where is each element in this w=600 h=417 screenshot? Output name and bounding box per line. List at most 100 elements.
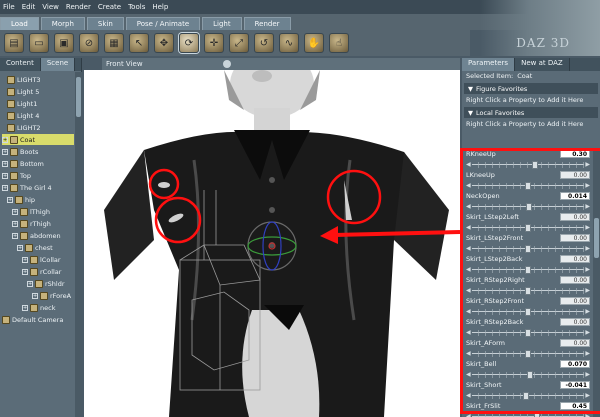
new-icon[interactable]: ▤ [4, 33, 24, 53]
tree-expander-icon[interactable]: + [22, 304, 28, 311]
tree-item-label: rThigh [30, 219, 51, 228]
tree-expander-icon[interactable]: + [2, 160, 8, 167]
figure-render [104, 70, 460, 417]
tree-expander-icon[interactable]: + [2, 136, 8, 143]
tree-expander-icon[interactable]: + [2, 184, 8, 191]
tree-expander-icon[interactable]: + [2, 172, 8, 179]
tree-item[interactable]: + abdomen [12, 230, 61, 241]
tree-item[interactable]: + Top [2, 170, 31, 181]
pose-icon[interactable]: ✋ [304, 33, 324, 53]
menu-item-help[interactable]: Help [152, 3, 168, 11]
menu-item-view[interactable]: View [42, 3, 59, 11]
tree-item-label: rShldr [45, 279, 65, 288]
select-icon[interactable]: ↖ [129, 33, 149, 53]
tree-item[interactable]: + neck [22, 302, 55, 313]
toolbar: ▤ ▭ ▣ ⊘ ▦ ↖ ✥ ⟳ ✛ ⤢ ↺ ∿ ✋ ☝ [0, 30, 470, 56]
tree-item[interactable]: + Coat [2, 134, 74, 145]
tree-item[interactable]: + lCollar [22, 254, 61, 265]
tree-item-label: Default Camera [12, 315, 64, 324]
tree-item[interactable]: + chest [17, 242, 53, 253]
scale-icon[interactable]: ⤢ [229, 33, 249, 53]
tree-item[interactable]: + rForeA [32, 290, 71, 301]
node-icon [20, 219, 28, 228]
tree-item-label: Boots [20, 147, 39, 156]
active-pose-icon[interactable]: ☝ [329, 33, 349, 53]
node-icon [10, 183, 18, 192]
bend-icon[interactable]: ∿ [279, 33, 299, 53]
tree-item[interactable]: + The Girl 4 [2, 182, 52, 193]
local-favorites-header[interactable]: ▼ Local Favorites [464, 107, 598, 118]
scene-tree: LIGHT3 Light 5 Light1 Light 4 LIGHT2 + Coat + Bo… [0, 72, 74, 417]
room-tab-render[interactable]: Render [243, 17, 291, 30]
tree-item-label: LIGHT3 [17, 75, 41, 84]
collapse-triangle-icon: ▼ [468, 84, 473, 93]
tree-item[interactable]: + lThigh [12, 206, 50, 217]
node-icon [30, 303, 38, 312]
tree-item[interactable]: LIGHT2 [7, 122, 41, 133]
tree-item-label: The Girl 4 [20, 183, 52, 192]
room-tab-skin[interactable]: Skin [86, 17, 124, 30]
tree-expander-icon[interactable]: + [22, 268, 28, 275]
node-icon [10, 147, 18, 156]
room-tab-light[interactable]: Light [202, 17, 242, 30]
tree-expander-icon[interactable]: + [7, 196, 13, 203]
node-icon [10, 135, 18, 144]
tab-new-at-daz[interactable]: New at DAZ [515, 58, 570, 71]
tree-item[interactable]: + Boots [2, 146, 38, 157]
tree-item[interactable]: + rShldr [27, 278, 65, 289]
node-icon [7, 87, 15, 96]
rotate-icon[interactable]: ⟳ [179, 33, 199, 53]
tree-item[interactable]: Light1 [7, 98, 37, 109]
room-tab-morph[interactable]: Morph [40, 17, 85, 30]
viewport[interactable] [84, 70, 460, 417]
tab-scene[interactable]: Scene [40, 58, 76, 71]
viewport-title[interactable]: Front View [106, 60, 143, 68]
tree-item[interactable]: + rThigh [12, 218, 51, 229]
tree-expander-icon[interactable]: + [2, 148, 8, 155]
tree-expander-icon[interactable]: + [12, 220, 18, 227]
tree-expander-icon[interactable]: + [17, 244, 23, 251]
tab-content[interactable]: Content [0, 58, 41, 71]
menu-item-create[interactable]: Create [98, 3, 121, 11]
universal-icon[interactable]: ✛ [204, 33, 224, 53]
tree-item[interactable]: + hip [7, 194, 35, 205]
left-scrollbar[interactable] [75, 72, 82, 417]
viewport-menu-icon[interactable] [222, 60, 231, 68]
tree-item-label: LIGHT2 [17, 123, 41, 132]
tree-item[interactable]: Light 4 [7, 110, 39, 121]
import-icon[interactable]: ▦ [104, 33, 124, 53]
node-icon [25, 243, 33, 252]
tree-item-label: neck [40, 303, 56, 312]
left-scrollbar-thumb[interactable] [76, 77, 81, 117]
figure-favorites-header[interactable]: ▼ Figure Favorites [464, 83, 598, 94]
node-icon [30, 255, 38, 264]
twist-icon[interactable]: ↺ [254, 33, 274, 53]
menu-item-edit[interactable]: Edit [22, 3, 36, 11]
room-tab-pose-animate[interactable]: Pose / Animate [125, 17, 201, 30]
open-icon[interactable]: ▭ [29, 33, 49, 53]
tree-item[interactable]: LIGHT3 [7, 74, 41, 85]
tree-item[interactable]: Light 5 [7, 86, 39, 97]
undo-icon[interactable]: ⊘ [79, 33, 99, 53]
tree-item-label: Light1 [17, 99, 38, 108]
menu-item-render[interactable]: Render [66, 3, 91, 11]
room-tab-load[interactable]: Load [0, 17, 39, 30]
menu-item-file[interactable]: File [3, 3, 15, 11]
tree-expander-icon[interactable]: + [32, 292, 38, 299]
save-icon[interactable]: ▣ [54, 33, 74, 53]
local-favorites-label: Local Favorites [476, 108, 525, 117]
tab-parameters[interactable]: Parameters [462, 58, 516, 71]
tree-expander-icon[interactable]: + [12, 208, 18, 215]
node-icon [10, 171, 18, 180]
tree-item[interactable]: + rCollar [22, 266, 61, 277]
node-icon [20, 207, 28, 216]
tree-expander-icon[interactable]: + [12, 232, 18, 239]
tree-item[interactable]: + Bottom [2, 158, 44, 169]
tree-item[interactable]: Default Camera [2, 314, 63, 325]
menu-item-tools[interactable]: Tools [128, 3, 145, 11]
translate-icon[interactable]: ✥ [154, 33, 174, 53]
annotation-highlight-box [460, 148, 600, 414]
tree-expander-icon[interactable]: + [27, 280, 33, 287]
figure-favorites-label: Figure Favorites [476, 84, 528, 93]
tree-expander-icon[interactable]: + [22, 256, 28, 263]
